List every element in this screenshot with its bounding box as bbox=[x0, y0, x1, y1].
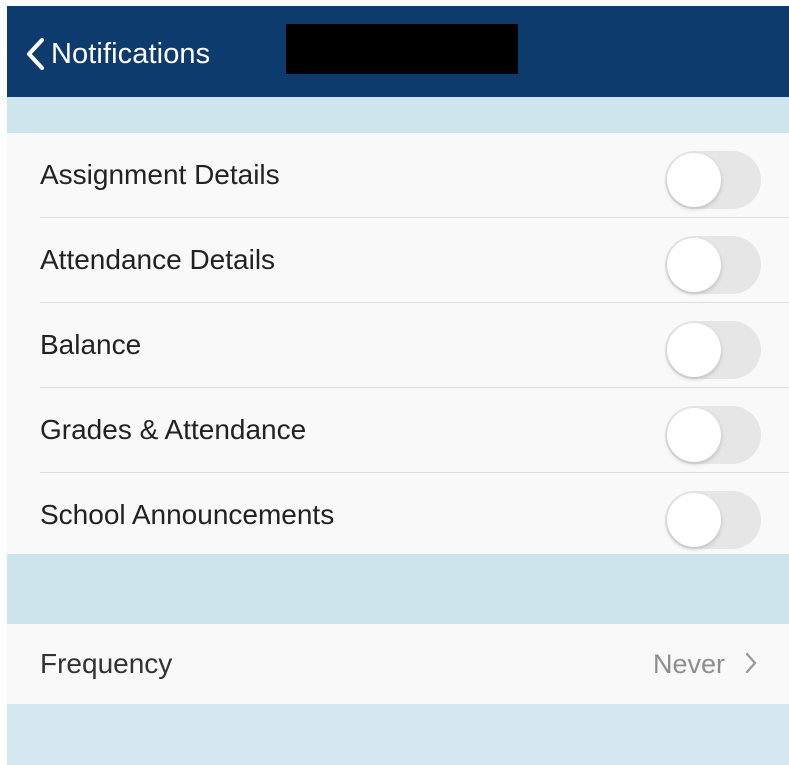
assignment-details-toggle[interactable] bbox=[665, 151, 761, 209]
frequency-row[interactable]: Frequency Never bbox=[40, 624, 789, 704]
school-announcements-toggle[interactable] bbox=[665, 491, 761, 549]
section-spacer-middle bbox=[7, 554, 789, 624]
redacted-block bbox=[286, 24, 518, 74]
chevron-left-icon bbox=[25, 37, 45, 71]
notifications-screen: Notifications Assignment Details Attenda… bbox=[7, 6, 789, 765]
list-item-attendance-details: Attendance Details bbox=[40, 218, 789, 303]
navigation-bar: Notifications bbox=[7, 6, 789, 97]
toggle-knob bbox=[667, 238, 721, 292]
notification-settings-list: Assignment Details Attendance Details Ba… bbox=[7, 133, 789, 554]
balance-toggle[interactable] bbox=[665, 321, 761, 379]
attendance-details-toggle[interactable] bbox=[665, 236, 761, 294]
grades-attendance-toggle[interactable] bbox=[665, 406, 761, 464]
list-item-label: Grades & Attendance bbox=[40, 414, 307, 445]
list-item-grades-attendance: Grades & Attendance bbox=[40, 388, 789, 473]
back-button-label: Notifications bbox=[51, 37, 211, 70]
toggle-knob bbox=[667, 153, 721, 207]
chevron-right-icon bbox=[745, 652, 757, 679]
back-button[interactable]: Notifications bbox=[25, 32, 210, 76]
toggle-knob bbox=[667, 323, 721, 377]
list-item-balance: Balance bbox=[40, 303, 789, 388]
frequency-value: Never bbox=[652, 648, 725, 679]
list-item-label: Assignment Details bbox=[40, 159, 280, 190]
list-item-label: Balance bbox=[40, 329, 142, 360]
list-item-label: Attendance Details bbox=[40, 244, 276, 275]
frequency-label: Frequency bbox=[40, 648, 173, 679]
frequency-section: Frequency Never bbox=[7, 624, 789, 704]
section-spacer-bottom bbox=[7, 704, 789, 765]
section-spacer-top bbox=[7, 97, 789, 133]
toggle-knob bbox=[667, 493, 721, 547]
toggle-knob bbox=[667, 408, 721, 462]
list-item-assignment-details: Assignment Details bbox=[40, 133, 789, 218]
list-item-school-announcements: School Announcements bbox=[40, 473, 789, 557]
list-item-label: School Announcements bbox=[40, 499, 335, 530]
